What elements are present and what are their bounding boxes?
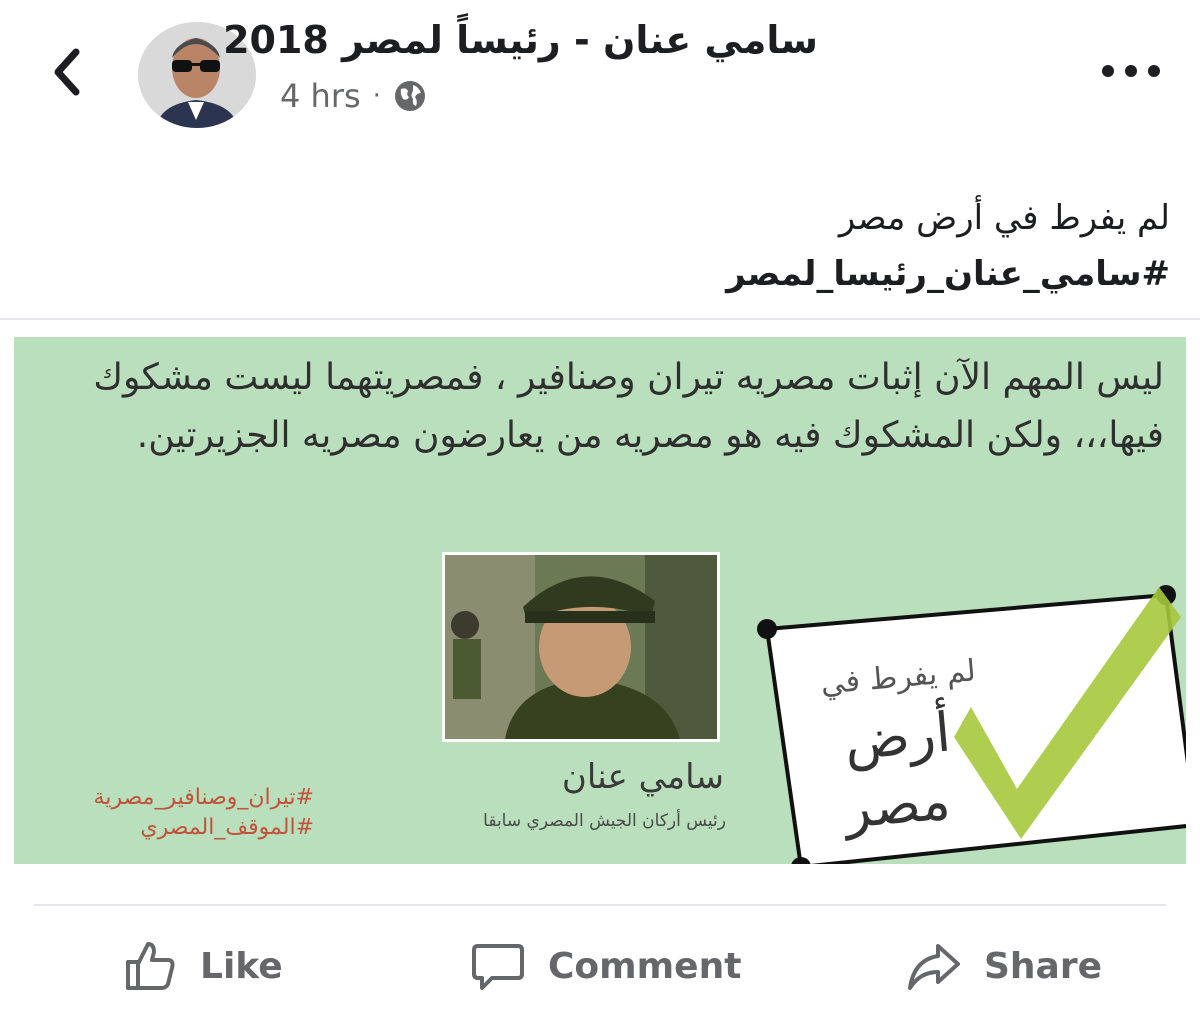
post-meta: 4 hrs · (280, 74, 427, 118)
checkmark-badge: لم يفرط في أرض مصر (757, 585, 1186, 864)
post-caption: لم يفرط في أرض مصر #سامي_عنان_رئيسا_لمصر (726, 190, 1170, 302)
caption-hashtag[interactable]: #سامي_عنان_رئيسا_لمصر (726, 246, 1170, 302)
person-title: رئيس أركان الجيش المصري سابقا (483, 811, 726, 831)
globe-icon[interactable] (393, 79, 427, 113)
post-image[interactable]: ليس المهم الآن إثبات مصريه تيران وصنافير… (14, 337, 1186, 864)
like-label: Like (200, 945, 283, 987)
image-hashtag: #تيران_وصنافير_مصرية (93, 785, 314, 810)
badge-line: مصر (839, 769, 953, 841)
chevron-left-icon (54, 48, 80, 96)
divider (34, 904, 1166, 906)
comment-button[interactable]: Comment (470, 930, 741, 1002)
like-button[interactable]: Like (122, 930, 283, 1002)
more-options-button[interactable] (1096, 56, 1166, 86)
share-arrow-icon (908, 944, 960, 990)
more-dots-icon (1102, 65, 1160, 77)
post-header: سامي عنان - رئيساً لمصر 2018 4 hrs · (0, 0, 1200, 150)
meta-separator: · (372, 81, 381, 111)
post-time[interactable]: 4 hrs (280, 77, 361, 115)
comment-bubble-icon (472, 944, 524, 990)
share-button[interactable]: Share (906, 930, 1102, 1002)
comment-label: Comment (548, 945, 742, 987)
badge-line: أرض (841, 697, 953, 773)
action-bar: Like Comment Share (0, 930, 1200, 1002)
image-hashtag: #الموقف_المصري (140, 815, 314, 840)
officer-photo (442, 552, 720, 742)
divider (0, 318, 1200, 320)
share-label: Share (984, 945, 1103, 987)
thumbs-up-icon (126, 942, 175, 990)
page-name-link[interactable]: سامي عنان - رئيساً لمصر 2018 (223, 18, 818, 62)
back-button[interactable] (44, 42, 94, 102)
person-name: سامي عنان (561, 757, 724, 797)
image-hashtags: #تيران_وصنافير_مصرية #الموقف_المصري (64, 783, 314, 843)
quote-line: فيها،،، ولكن المشكوك فيه هو مصريه من يعا… (136, 415, 1164, 456)
caption-text: لم يفرط في أرض مصر (838, 198, 1170, 238)
quote-line: ليس المهم الآن إثبات مصريه تيران وصنافير… (93, 357, 1164, 398)
image-quote: ليس المهم الآن إثبات مصريه تيران وصنافير… (64, 349, 1164, 465)
